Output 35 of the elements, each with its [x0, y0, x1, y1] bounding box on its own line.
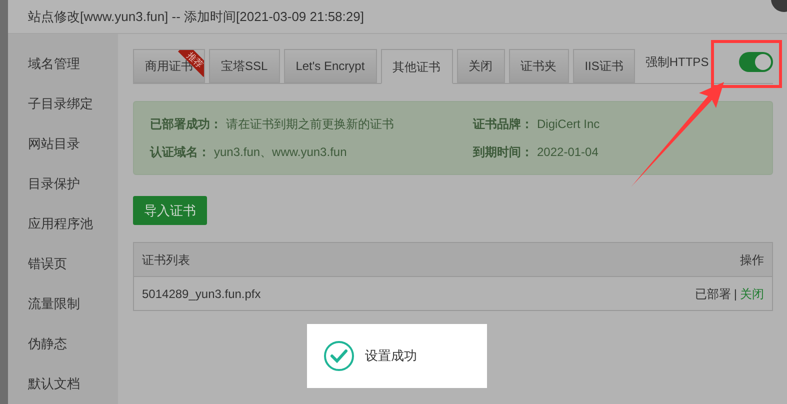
tab[interactable]: 证书夹 — [508, 49, 569, 83]
status-text: 已部署 — [694, 286, 731, 302]
highlight-box — [711, 40, 782, 88]
info-label: 到期时间： — [473, 144, 533, 161]
info-value: DigiCert Inc — [537, 116, 600, 133]
info-label: 认证域名： — [150, 144, 210, 161]
sidebar-item[interactable]: 应用程序池 — [8, 204, 118, 244]
sidebar-item[interactable]: 子目录绑定 — [8, 84, 118, 124]
check-circle-icon — [323, 340, 355, 372]
sidebar-item[interactable]: 默认文档 — [8, 364, 118, 404]
tab[interactable]: 宝塔SSL — [209, 49, 280, 83]
separator-text: | — [734, 286, 737, 302]
tab[interactable]: 关闭 — [456, 49, 505, 83]
sidebar-item[interactable]: 网站目录 — [8, 124, 118, 164]
sidebar-item[interactable]: 伪静态 — [8, 324, 118, 364]
column-header: 操作 — [740, 252, 764, 268]
sidebar-item[interactable]: 域名管理 — [8, 44, 118, 84]
force-https-label: 强制HTTPS — [645, 54, 709, 71]
import-button[interactable]: 导入证书 — [133, 196, 207, 225]
sidebar-item[interactable]: 错误页 — [8, 244, 118, 284]
info-label: 已部署成功： — [150, 116, 222, 133]
sidebar-item[interactable]: 流量限制 — [8, 284, 118, 324]
toast-message: 设置成功 — [365, 347, 417, 366]
table-cell-text: 5014289_yun3.fun.pfx — [142, 286, 261, 302]
info-value: 请在证书到期之前更换新的证书 — [226, 116, 394, 133]
sidebar-item[interactable]: 目录保护 — [8, 164, 118, 204]
tab[interactable]: IIS证书 — [572, 49, 636, 83]
info-label: 证书品牌： — [473, 116, 533, 133]
window-title: 站点修改[www.yun3.fun] -- 添加时间[2021-03-09 21:58:29] — [28, 8, 364, 26]
column-header: 证书列表 — [142, 252, 190, 268]
toggle-switch[interactable] — [739, 52, 773, 72]
tab[interactable]: Let's Encrypt — [284, 49, 377, 83]
info-value: yun3.fun、www.yun3.fun — [214, 144, 347, 161]
info-value: 2022-01-04 — [537, 144, 598, 161]
tab[interactable]: 其他证书 — [380, 49, 453, 84]
